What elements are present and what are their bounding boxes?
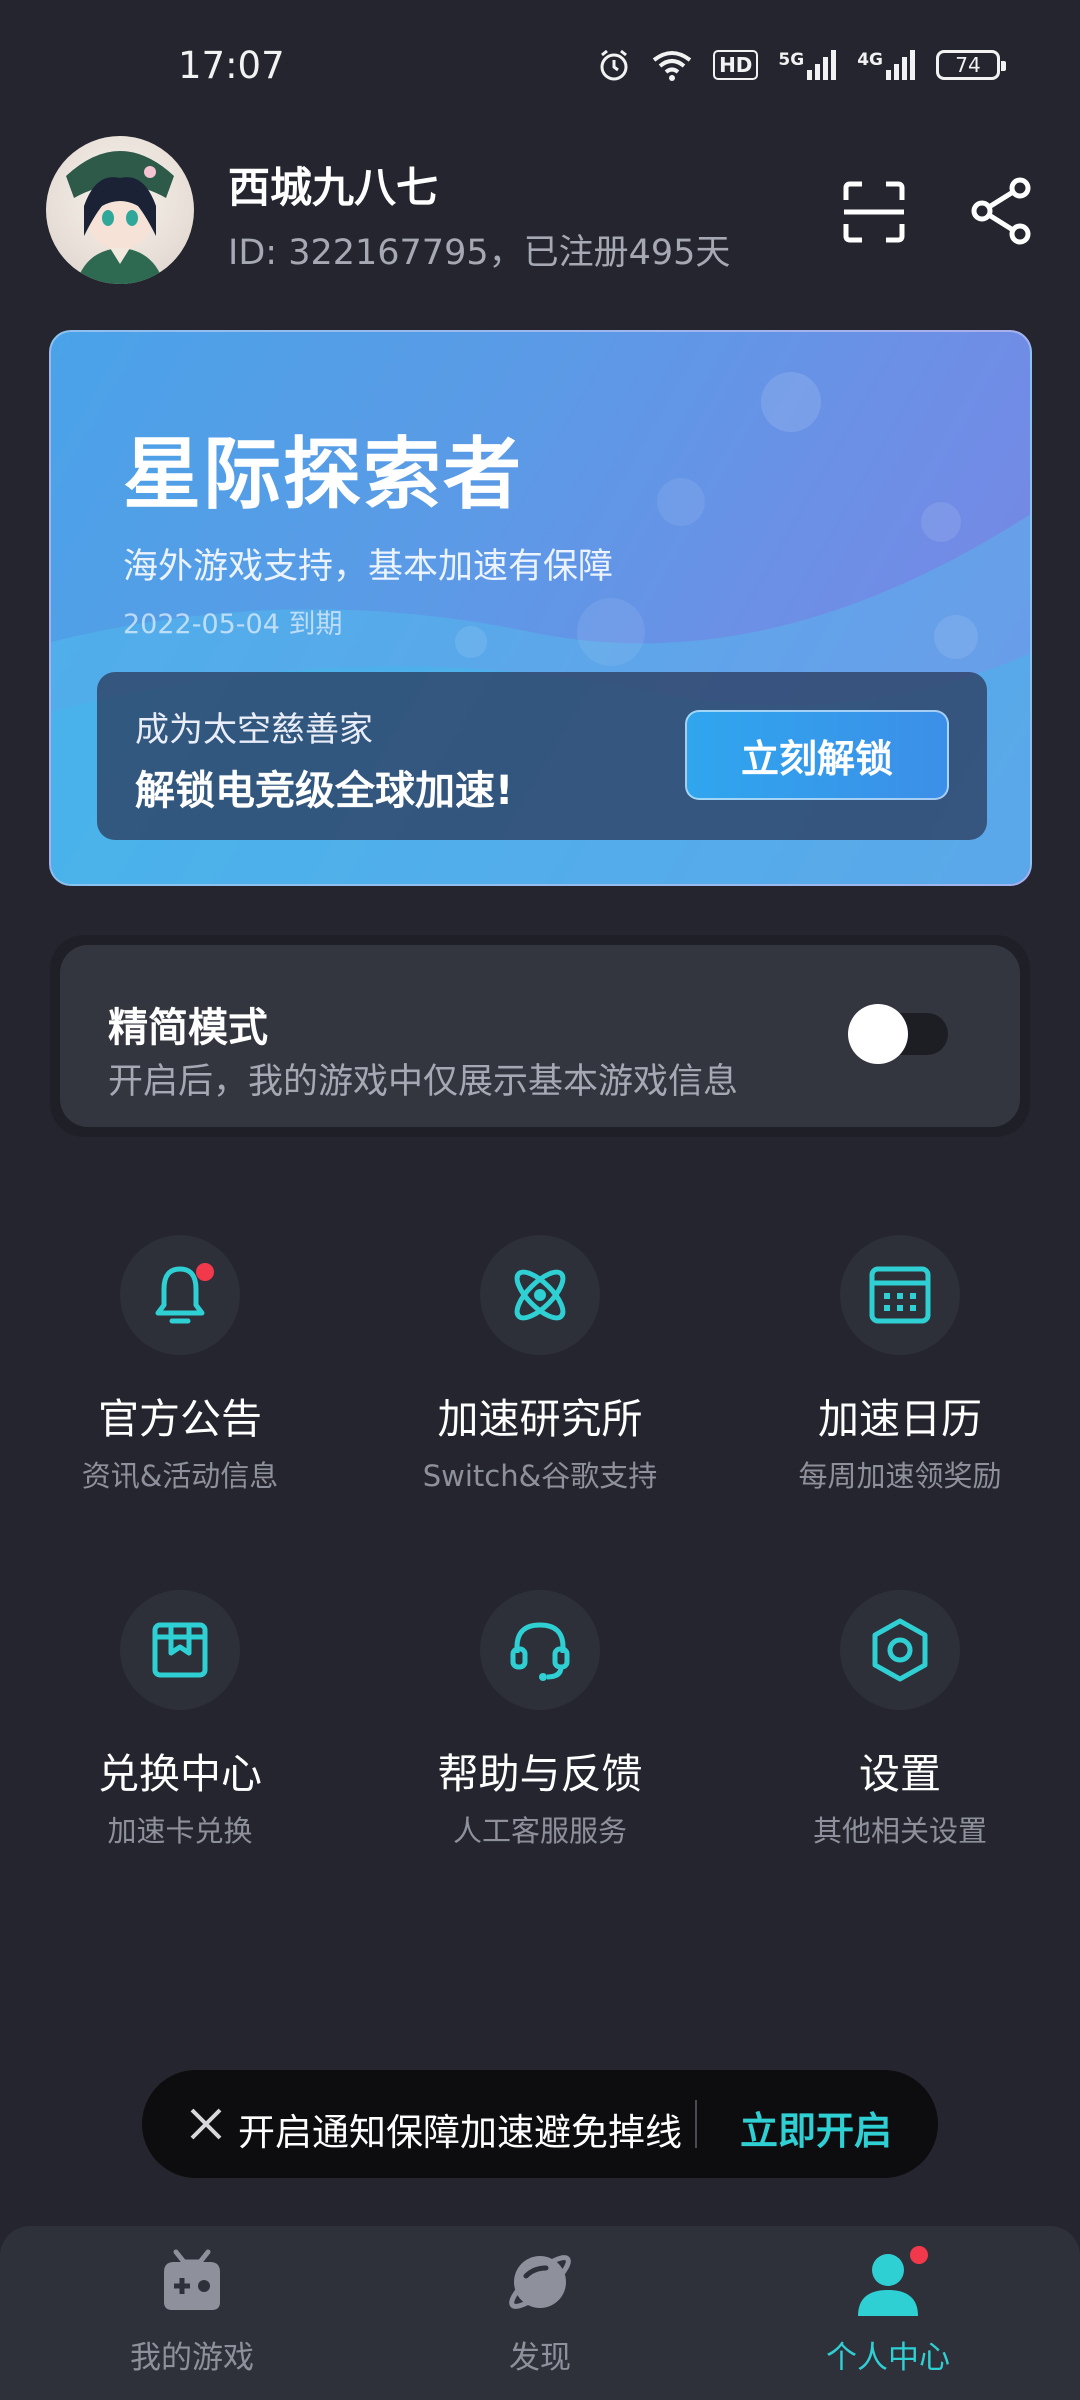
atom-icon	[514, 1269, 566, 1321]
nav-label: 发现	[509, 2340, 571, 2376]
alarm-icon	[600, 49, 628, 81]
wifi-icon	[652, 51, 692, 81]
simple-mode-inner: 精简模式 开启后，我的游戏中仅展示基本游戏信息	[60, 945, 1020, 1127]
vip-banner-card[interactable]: 星际探索者 海外游戏支持，基本加速有保障 2022-05-04 到期 成为太空慈…	[49, 330, 1032, 886]
menu-item-calendar[interactable]: 加速日历 每周加速领奖励	[750, 1235, 1050, 1495]
hd-badge: HD	[713, 50, 759, 80]
calendar-icon	[869, 1266, 931, 1324]
notification-close-button[interactable]	[186, 2104, 226, 2144]
menu-sub: 每周加速领奖励	[798, 1459, 1002, 1493]
simple-mode-card: 精简模式 开启后，我的游戏中仅展示基本游戏信息	[50, 935, 1030, 1137]
notification-text: 开启通知保障加速避免掉线	[238, 2111, 682, 2154]
menu-item-redeem-center[interactable]: 兑换中心 加速卡兑换	[30, 1590, 330, 1850]
notification-badge	[196, 1263, 214, 1281]
menu-sub: 其他相关设置	[812, 1814, 987, 1848]
nav-tab-discover[interactable]: 发现	[420, 2246, 660, 2386]
menu-sub: Switch&谷歌支持	[422, 1459, 658, 1493]
status-time: 17:07	[178, 44, 285, 87]
menu-item-research-lab[interactable]: 加速研究所 Switch&谷歌支持	[390, 1235, 690, 1495]
gift-box-icon	[152, 1622, 208, 1678]
hexagon-settings-icon	[872, 1618, 928, 1682]
menu-label: 官方公告	[98, 1395, 262, 1443]
menu-item-settings[interactable]: 设置 其他相关设置	[750, 1590, 1050, 1850]
menu-sub: 加速卡兑换	[107, 1814, 253, 1848]
close-icon	[190, 2108, 222, 2140]
menu-item-help-feedback[interactable]: 帮助与反馈 人工客服服务	[390, 1590, 690, 1850]
simple-mode-title: 精简模式	[108, 1005, 268, 1051]
nav-tab-profile[interactable]: 个人中心	[768, 2246, 1008, 2386]
atom-icon-wrap	[480, 1235, 600, 1355]
menu-label: 兑换中心	[98, 1750, 262, 1798]
nav-tab-my-games[interactable]: 我的游戏	[72, 2246, 312, 2386]
profile-header: 西城九八七 ID: 322167795，已注册495天	[46, 136, 1036, 286]
vip-expire-date: 2022-05-04 到期	[123, 609, 343, 640]
headset-icon-wrap	[480, 1590, 600, 1710]
planet-icon	[509, 2255, 571, 2309]
signal-4g: 4G	[857, 50, 916, 80]
gift-box-icon-wrap	[120, 1590, 240, 1710]
signal-5g-label: 5G	[778, 50, 805, 70]
signal-bars-icon	[886, 50, 915, 80]
simple-mode-toggle[interactable]	[848, 1004, 948, 1064]
promo-line-1: 成为太空慈善家	[135, 710, 373, 750]
unlock-button[interactable]: 立刻解锁	[685, 710, 949, 800]
hexagon-settings-icon-wrap	[840, 1590, 960, 1710]
menu-label: 设置	[859, 1750, 941, 1798]
battery-level: 74	[955, 53, 981, 77]
username: 西城九八七	[228, 163, 439, 212]
hd-badge-text: HD	[719, 53, 753, 77]
scan-button[interactable]	[842, 180, 906, 244]
avatar-illustration-icon	[66, 151, 174, 284]
enable-notification-button[interactable]: 立即开启	[740, 2100, 892, 2155]
bell-icon-wrap	[120, 1235, 240, 1355]
menu-item-announcements[interactable]: 官方公告 资讯&活动信息	[30, 1235, 330, 1495]
status-icons: HD 5G 4G 74	[597, 48, 1006, 82]
status-bar: 17:07 HD 5G 4G 74	[0, 0, 1080, 136]
signal-bars-icon	[807, 50, 837, 80]
menu-sub: 人工客服服务	[452, 1814, 627, 1848]
menu-label: 加速研究所	[437, 1395, 643, 1443]
notification-banner: 开启通知保障加速避免掉线 立即开启	[142, 2070, 938, 2178]
menu-sub: 资讯&活动信息	[81, 1459, 279, 1493]
battery-indicator: 74	[936, 50, 1006, 80]
profile-badge	[910, 2246, 928, 2264]
scan-icon	[843, 181, 905, 243]
user-id-text: ID: 322167795，已注册495天	[228, 233, 731, 273]
menu-label: 加速日历	[818, 1395, 982, 1443]
promo-line-2: 解锁电竞级全球加速!	[135, 768, 514, 814]
simple-mode-description: 开启后，我的游戏中仅展示基本游戏信息	[108, 1062, 739, 1102]
headset-icon	[510, 1622, 570, 1681]
menu-label: 帮助与反馈	[437, 1750, 643, 1798]
vip-promo-box: 成为太空慈善家 解锁电竞级全球加速! 立刻解锁	[97, 672, 987, 840]
avatar[interactable]	[46, 136, 194, 284]
gamepad-icon	[164, 2249, 220, 2310]
bottom-nav: 我的游戏 发现 个人中心	[0, 2226, 1080, 2400]
share-icon	[971, 177, 1031, 245]
vip-subtitle: 海外游戏支持，基本加速有保障	[123, 547, 614, 587]
toggle-knob	[848, 1004, 908, 1064]
signal-5g: 5G	[778, 50, 837, 80]
nav-label: 个人中心	[826, 2340, 950, 2376]
share-button[interactable]	[970, 176, 1034, 246]
notification-divider	[695, 2100, 697, 2148]
signal-4g-label: 4G	[857, 50, 883, 70]
nav-label: 我的游戏	[130, 2340, 254, 2376]
calendar-icon-wrap	[840, 1235, 960, 1355]
vip-title: 星际探索者	[123, 430, 524, 520]
